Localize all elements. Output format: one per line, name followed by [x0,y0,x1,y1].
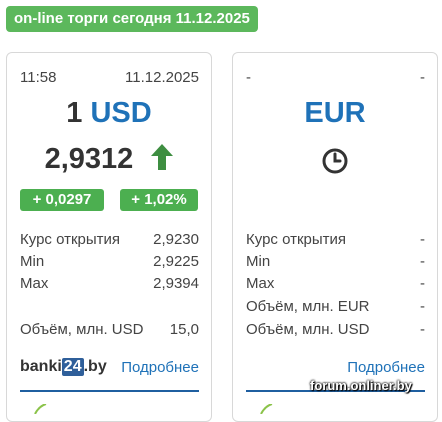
logo-text: banki [20,358,62,375]
eur-rate-card: - - EUR Курс открытия - Min - Max - Объё… [232,52,438,422]
stat-label: Курс открытия [246,231,347,248]
eur-stat-open: Курс открытия - [246,231,425,253]
usd-title: 1 USD [7,97,211,130]
usd-change-pct-badge: + 1,02% [120,189,198,211]
leaf-icon [259,401,273,419]
online-trading-badge: on-line торги сегодня 11.12.2025 [6,6,258,32]
stat-value: - [420,275,425,292]
usd-rate-card: 11:58 11.12.2025 1 USD 2,9312 + 0,0297 +… [6,52,212,422]
banki24-logo[interactable]: banki 24 .by [20,358,107,380]
leaf-icon [33,401,47,419]
stat-value: - [420,231,425,248]
stat-label: Min [246,253,271,270]
eur-stat-max: Max - [246,275,425,297]
logo-text-box: 24 [61,358,84,376]
eur-more-link[interactable]: Подробнее [347,359,425,376]
stat-label: Курс открытия [20,231,121,248]
watermark: forum.onliner.by [310,378,412,393]
usd-rate-value: 2,9312 [44,143,134,175]
usd-time: 11:58 [20,69,57,86]
clock-icon [321,147,349,180]
eur-date: - [420,69,425,86]
stat-value: 15,0 [169,321,199,338]
usd-more-link[interactable]: Подробнее [121,359,199,376]
usd-stat-volume: Объём, млн. USD 15,0 [20,321,199,343]
arrow-up-icon [151,144,174,178]
divider [20,390,199,392]
stat-value: - [420,253,425,270]
stat-value: - [420,298,425,315]
eur-stat-volume-usd: Объём, млн. USD - [246,321,425,343]
stat-label: Max [246,275,275,292]
eur-currency: EUR [304,97,366,129]
usd-amount: 1 [66,97,83,129]
stat-label: Min [20,253,45,270]
stat-value: 2,9225 [153,253,199,270]
usd-stat-min: Min 2,9225 [20,253,199,275]
stat-label: Объём, млн. USD [246,321,370,338]
usd-currency: USD [90,97,152,129]
usd-rate: 2,9312 [7,143,211,178]
usd-stat-open: Курс открытия 2,9230 [20,231,199,253]
stat-value: - [420,321,425,338]
usd-date: 11.12.2025 [125,69,199,86]
usd-stat-max: Max 2,9394 [20,275,199,297]
stat-value: 2,9394 [153,275,199,292]
eur-title: EUR [233,97,437,130]
stat-label: Объём, млн. EUR [246,298,370,315]
usd-change-abs-badge: + 0,0297 [20,189,104,211]
eur-time: - [246,69,251,86]
stat-label: Max [20,275,49,292]
eur-stat-volume-eur: Объём, млн. EUR - [246,298,425,320]
eur-stat-min: Min - [246,253,425,275]
logo-text: .by [83,358,107,375]
stat-value: 2,9230 [153,231,199,248]
stat-label: Объём, млн. USD [20,321,144,338]
